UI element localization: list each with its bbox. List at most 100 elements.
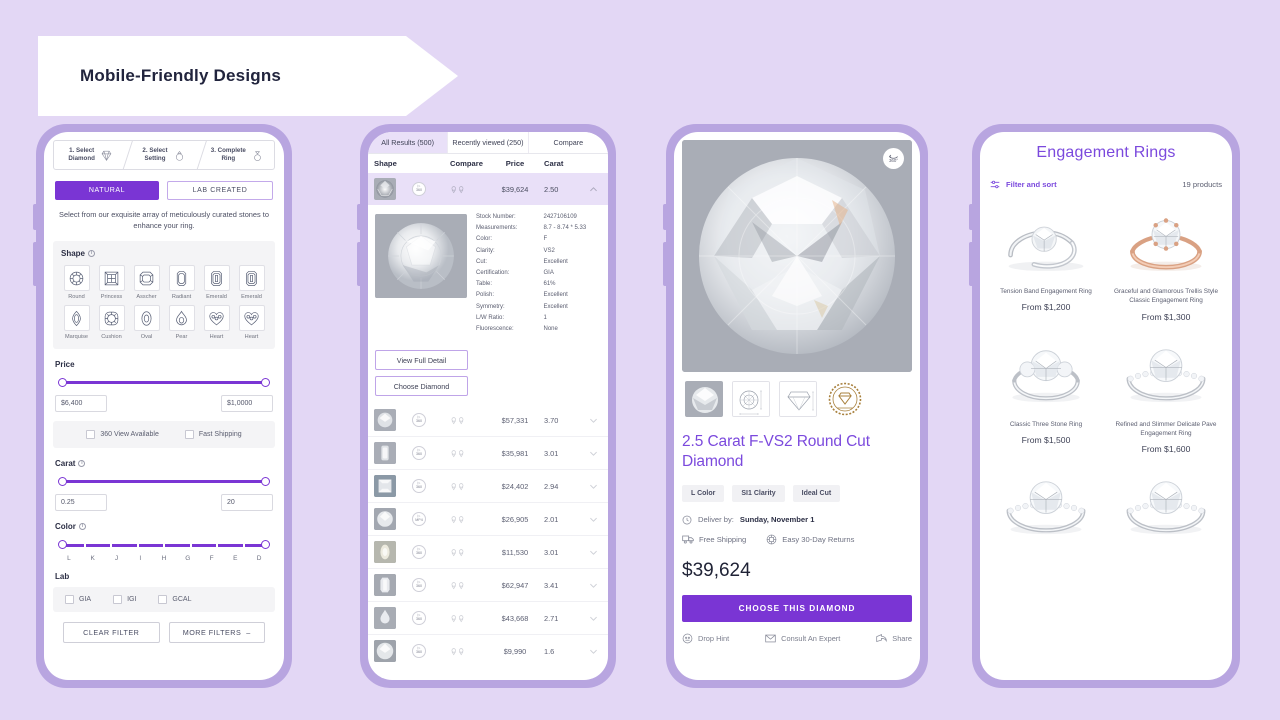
carat-slider-min-handle[interactable]: [58, 477, 67, 487]
checkbox-gcal[interactable]: GCAL: [158, 595, 191, 605]
checkbox-box[interactable]: [184, 430, 194, 440]
thumbnail-photo[interactable]: [685, 381, 723, 417]
table-row[interactable]: ▷ 360 $43,668 2.71: [368, 602, 608, 636]
product-card[interactable]: Classic Three Stone Ring From $1,500: [990, 334, 1102, 455]
compare-icon[interactable]: [450, 185, 486, 194]
view-360-button[interactable]: ▷ 360: [412, 644, 426, 659]
shape-option-pear[interactable]: Pear: [166, 305, 197, 340]
compare-icon[interactable]: [450, 548, 486, 557]
compare-icon[interactable]: [450, 581, 486, 590]
view-360-button[interactable]: ▷ 360: [412, 578, 426, 593]
consult-expert-button[interactable]: Consult An Expert: [765, 633, 840, 644]
step-select-setting[interactable]: 2. Select Setting: [127, 141, 200, 169]
shape-option-emerald-2[interactable]: Emerald: [236, 265, 267, 300]
checkbox-gia[interactable]: GIA: [65, 595, 91, 605]
price-min-input[interactable]: $6,400: [55, 395, 107, 413]
carat-slider[interactable]: [58, 477, 270, 487]
table-row-selected[interactable]: ▷ 360 $39,624 2.50: [368, 173, 608, 205]
compare-icon[interactable]: [450, 614, 486, 623]
view-360-button[interactable]: ▷ 360: [412, 413, 426, 428]
tab-all-results[interactable]: All Results (500): [368, 132, 448, 153]
thumbnail-side-diagram[interactable]: [779, 381, 817, 417]
table-row[interactable]: ▷ MP4 $26,905 2.01: [368, 503, 608, 537]
table-row[interactable]: ▷ 360 $35,981 3.01: [368, 437, 608, 471]
tab-compare[interactable]: Compare: [527, 132, 608, 153]
compare-icon[interactable]: [450, 416, 486, 425]
filter-and-sort-button[interactable]: Filter and sort: [990, 180, 1057, 189]
price-max-input[interactable]: $1,0000: [221, 395, 273, 413]
checkbox-360-view[interactable]: 360 View Available: [86, 430, 159, 440]
choose-this-diamond-button[interactable]: CHOOSE THIS DIAMOND: [682, 594, 912, 622]
product-card[interactable]: [990, 466, 1102, 558]
info-icon[interactable]: i: [88, 250, 96, 258]
table-row[interactable]: ▷ 360 $9,990 1.6: [368, 635, 608, 667]
checkbox-box[interactable]: [65, 595, 74, 605]
compare-icon[interactable]: [450, 515, 486, 524]
table-row[interactable]: ▷ 360 $57,331 3.70: [368, 404, 608, 438]
expand-row-button[interactable]: [588, 514, 608, 525]
lab-created-toggle[interactable]: LAB CREATED: [167, 181, 273, 200]
expand-row-button[interactable]: [588, 580, 608, 591]
checkbox-box[interactable]: [158, 595, 168, 605]
compare-icon[interactable]: [450, 449, 486, 458]
view-360-button[interactable]: ▷ 360: [412, 182, 426, 196]
expand-row-button[interactable]: [588, 613, 608, 624]
tab-recently-viewed[interactable]: Recently viewed (250): [447, 132, 528, 153]
step-complete-ring[interactable]: 3. Complete Ring: [201, 141, 274, 169]
product-card[interactable]: Graceful and Glamorous Trellis Style Cla…: [1110, 201, 1222, 322]
natural-toggle[interactable]: NATURAL: [55, 181, 159, 200]
view-360-button[interactable]: ▷ 360: [412, 479, 426, 494]
product-card[interactable]: Refined and Slimmer Delicate Pave Engage…: [1110, 334, 1222, 454]
thumbnail-certificate-seal[interactable]: [826, 381, 864, 417]
expand-row-button[interactable]: [588, 448, 608, 459]
shape-option-asscher[interactable]: Asscher: [131, 265, 162, 300]
collapse-row-button[interactable]: [588, 184, 608, 195]
carat-slider-max-handle[interactable]: [261, 477, 270, 487]
checkbox-igi[interactable]: IGI: [113, 595, 136, 605]
table-row[interactable]: ▷ 360 $24,402 2.94: [368, 470, 608, 504]
carat-max-input[interactable]: 20: [221, 494, 273, 512]
drop-hint-button[interactable]: Drop Hint: [682, 633, 729, 644]
shape-option-round[interactable]: Round: [61, 265, 92, 300]
share-button[interactable]: Share: [876, 633, 912, 644]
thumbnail-top-diagram[interactable]: [732, 381, 770, 417]
view-full-detail-button[interactable]: View Full Detail: [375, 350, 468, 371]
shape-option-radiant[interactable]: Radiant: [166, 265, 197, 300]
view-360-button[interactable]: ▷ 360: [412, 446, 426, 461]
price-slider-max-handle[interactable]: [261, 378, 270, 388]
checkbox-box[interactable]: [86, 430, 96, 440]
expand-row-button[interactable]: [588, 481, 608, 492]
table-row[interactable]: ▷ 360 $11,530 3.01: [368, 536, 608, 570]
compare-icon[interactable]: [450, 647, 486, 656]
info-icon[interactable]: i: [78, 460, 86, 468]
table-row[interactable]: ▷ 360 $62,947 3.41: [368, 569, 608, 603]
view-360-button[interactable]: ▷ 360: [412, 545, 426, 560]
view-360-button[interactable]: ▷ 360: [412, 611, 426, 626]
carat-min-input[interactable]: 0.25: [55, 494, 107, 512]
step-select-diamond[interactable]: 1. Select Diamond: [54, 141, 127, 169]
color-slider[interactable]: [58, 540, 270, 550]
product-card[interactable]: Tension Band Engagement Ring From $1,200: [990, 201, 1102, 322]
product-card[interactable]: [1110, 466, 1222, 558]
view-360-button[interactable]: ▷ MP4: [412, 512, 426, 527]
checkbox-box[interactable]: [113, 595, 123, 605]
diamond-hero-image[interactable]: 360°: [682, 140, 912, 372]
view-360-badge[interactable]: 360°: [883, 148, 904, 169]
shape-option-emerald[interactable]: Emerald: [201, 265, 232, 300]
info-icon[interactable]: i: [78, 523, 86, 531]
expand-row-button[interactable]: [588, 415, 608, 426]
expand-row-button[interactable]: [588, 547, 608, 558]
shape-option-marquise[interactable]: Marquise: [61, 305, 92, 340]
shape-option-princess[interactable]: Princess: [96, 265, 127, 300]
more-filters-button[interactable]: MORE FILTERS –: [168, 622, 265, 644]
clear-filter-button[interactable]: CLEAR FILTER: [63, 622, 160, 644]
compare-icon[interactable]: [450, 482, 486, 491]
price-slider-min-handle[interactable]: [58, 378, 67, 388]
shape-option-oval[interactable]: Oval: [131, 305, 162, 340]
expand-row-button[interactable]: [588, 646, 608, 657]
shape-option-cushion[interactable]: Cushion: [96, 305, 127, 340]
choose-diamond-button[interactable]: Choose Diamond: [375, 376, 468, 397]
price-slider[interactable]: [58, 378, 270, 388]
checkbox-fast-shipping[interactable]: Fast Shipping: [184, 430, 242, 440]
shape-option-heart-2[interactable]: Heart: [236, 305, 267, 340]
